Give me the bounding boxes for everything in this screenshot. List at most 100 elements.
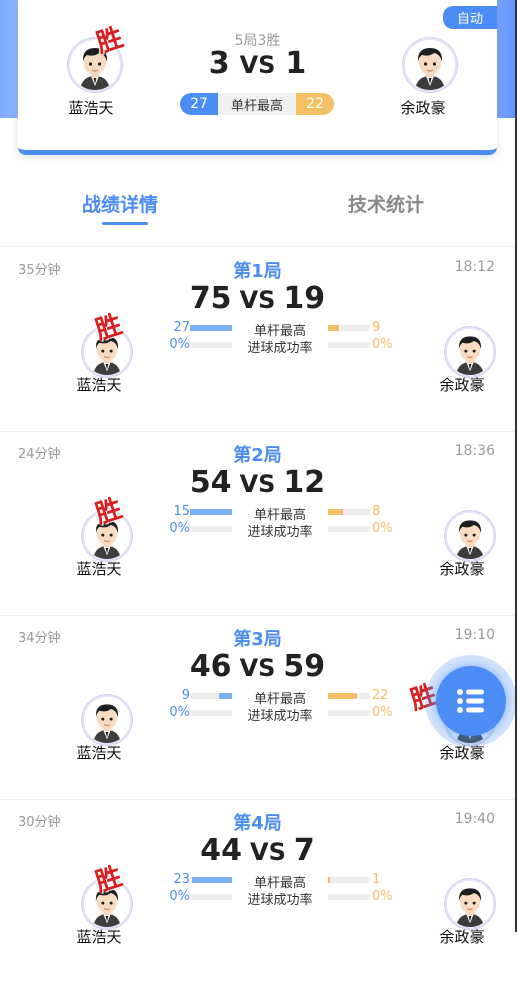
- player-left-name: 蓝浩天: [76, 744, 122, 762]
- player-right-name: 余政豪: [439, 376, 485, 394]
- vs-label: VS: [239, 654, 276, 682]
- pot-rate-left-bar: [190, 894, 232, 900]
- high-break-left: 27: [173, 320, 190, 335]
- pot-rate-left: 0%: [169, 889, 190, 904]
- score-left: 3: [208, 46, 230, 81]
- pot-rate-right-bar: [328, 894, 370, 900]
- game-time: 18:36: [454, 443, 495, 459]
- pot-rate-row: 0% 进球成功率 0%: [160, 337, 400, 356]
- vs-label: VS: [239, 51, 276, 79]
- pot-rate-left: 0%: [169, 705, 190, 720]
- player-right-name: 余政豪: [400, 99, 446, 117]
- high-break-row: 27 单杆最高 9: [160, 320, 400, 339]
- high-break-right: 8: [372, 504, 381, 519]
- tab-tech-stats[interactable]: 技术统计: [348, 190, 424, 217]
- high-break-left: 9: [181, 688, 190, 703]
- pot-rate-left: 0%: [169, 521, 190, 536]
- high-break-left: 15: [173, 504, 190, 519]
- game-score: 44 VS 7: [0, 833, 515, 868]
- player-right-name: 余政豪: [439, 560, 485, 578]
- high-break-left-bar: [190, 877, 232, 883]
- pot-rate-right: 0%: [372, 521, 393, 536]
- vs-label: VS: [239, 470, 276, 498]
- pot-rate-label: 进球成功率: [247, 525, 313, 540]
- tab-record-details[interactable]: 战绩详情: [82, 190, 158, 217]
- score-left: 44: [200, 833, 242, 868]
- player-right-name: 余政豪: [439, 928, 485, 946]
- pot-rate-right-bar: [328, 342, 370, 348]
- game-time: 19:40: [454, 811, 495, 827]
- list-menu-icon: [457, 689, 484, 713]
- high-break-row: 9 单杆最高 22: [160, 688, 400, 707]
- game-card[interactable]: 30分钟 第4局 19:40 44 VS 7 23 单杆最高 1 0% 进球成功率 …: [0, 799, 515, 983]
- high-break-right-bar: [328, 693, 370, 699]
- pot-rate-left: 0%: [169, 337, 190, 352]
- score-left: 75: [189, 281, 232, 316]
- pot-rate-right: 0%: [372, 705, 393, 720]
- pot-rate-label: 进球成功率: [247, 709, 313, 724]
- pot-rate-right: 0%: [372, 337, 393, 352]
- pot-rate-left-bar: [190, 526, 232, 532]
- high-break-left-bar: [190, 509, 232, 515]
- player-left-name: 蓝浩天: [76, 376, 122, 394]
- player-avatar-icon: [447, 329, 493, 375]
- player-avatar-icon: [84, 697, 130, 743]
- avatar[interactable]: [445, 327, 495, 377]
- game-title: 第3局: [233, 629, 282, 650]
- score-right: 1: [285, 46, 307, 81]
- high-break-right-bar: [328, 877, 370, 883]
- tab-bar: 战绩详情 技术统计: [0, 190, 517, 230]
- avatar[interactable]: [445, 879, 495, 929]
- high-break-right-bar: [328, 509, 370, 515]
- score-left: 54: [189, 465, 232, 500]
- high-break-left: 27: [180, 93, 218, 115]
- auto-badge[interactable]: 自动: [442, 6, 497, 29]
- player-avatar-icon: [447, 513, 493, 559]
- high-break-right: 9: [372, 320, 381, 335]
- high-break-right: 1: [372, 872, 381, 887]
- pot-rate-right-bar: [328, 526, 370, 532]
- pot-rate-row: 0% 进球成功率 0%: [160, 521, 400, 540]
- avatar[interactable]: [445, 511, 495, 561]
- pot-rate-right: 0%: [372, 889, 393, 904]
- high-break-right: 22: [372, 688, 389, 703]
- player-avatar-icon: [405, 40, 455, 90]
- game-time: 18:12: [454, 259, 495, 275]
- pot-rate-label: 进球成功率: [247, 341, 313, 356]
- high-break-left-bar: [190, 325, 232, 331]
- high-break-row: 23 单杆最高 1: [160, 872, 400, 891]
- pot-rate-left-bar: [190, 342, 232, 348]
- pot-rate-row: 0% 进球成功率 0%: [160, 705, 400, 724]
- score-right: 7: [293, 833, 315, 868]
- high-break-left: 23: [173, 872, 190, 887]
- high-break-right-bar: [328, 325, 370, 331]
- avatar[interactable]: [82, 695, 132, 745]
- game-time: 19:10: [454, 627, 495, 643]
- game-title: 第2局: [233, 445, 282, 466]
- match-summary-card: 自动 5局3胜 3 VS 1 27 单杆最高 22 胜 蓝浩天 余政豪: [18, 0, 497, 155]
- score-right: 59: [283, 649, 326, 684]
- high-break-left-bar: [190, 693, 232, 699]
- game-score: 54 VS 12: [0, 465, 515, 500]
- pot-rate-row: 0% 进球成功率 0%: [160, 889, 400, 908]
- pot-rate-right-bar: [328, 710, 370, 716]
- score-left: 46: [189, 649, 232, 684]
- game-card[interactable]: 35分钟 第1局 18:12 75 VS 19 27 单杆最高 9 0% 进球成功率…: [0, 247, 515, 431]
- menu-fab-button[interactable]: [436, 666, 506, 736]
- pot-rate-left-bar: [190, 710, 232, 716]
- high-break-right: 22: [296, 93, 334, 115]
- score-right: 12: [283, 465, 326, 500]
- score-right: 19: [283, 281, 326, 316]
- active-tab-indicator: [102, 222, 148, 225]
- high-break-label: 单杆最高: [230, 98, 283, 114]
- player-avatar-icon: [447, 881, 493, 927]
- high-break-pill: 27 单杆最高 22: [180, 93, 334, 115]
- game-card[interactable]: 24分钟 第2局 18:36 54 VS 12 15 单杆最高 8 0% 进球成功率…: [0, 431, 515, 615]
- pot-rate-label: 进球成功率: [247, 893, 313, 908]
- player-left-name: 蓝浩天: [76, 560, 122, 578]
- game-title: 第1局: [233, 261, 282, 282]
- player-left-name: 蓝浩天: [68, 99, 114, 117]
- avatar[interactable]: [403, 38, 457, 92]
- high-break-row: 15 单杆最高 8: [160, 504, 400, 523]
- player-left-name: 蓝浩天: [76, 928, 122, 946]
